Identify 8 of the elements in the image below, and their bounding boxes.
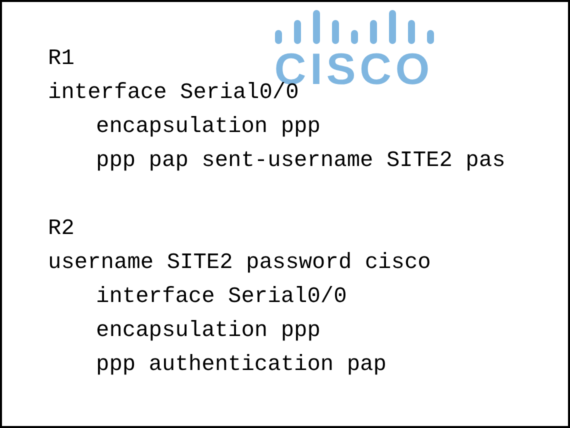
config-line: ppp authentication pap <box>96 351 386 379</box>
router-label: R1 <box>48 45 74 73</box>
config-line: ppp pap sent-username SITE2 pas <box>96 147 506 175</box>
config-line: interface Serial0/0 <box>96 283 347 311</box>
config-line: encapsulation ppp <box>96 317 320 345</box>
config-line: encapsulation ppp <box>96 113 320 141</box>
router-label: R2 <box>48 215 74 243</box>
config-line: username SITE2 password cisco <box>48 249 431 277</box>
